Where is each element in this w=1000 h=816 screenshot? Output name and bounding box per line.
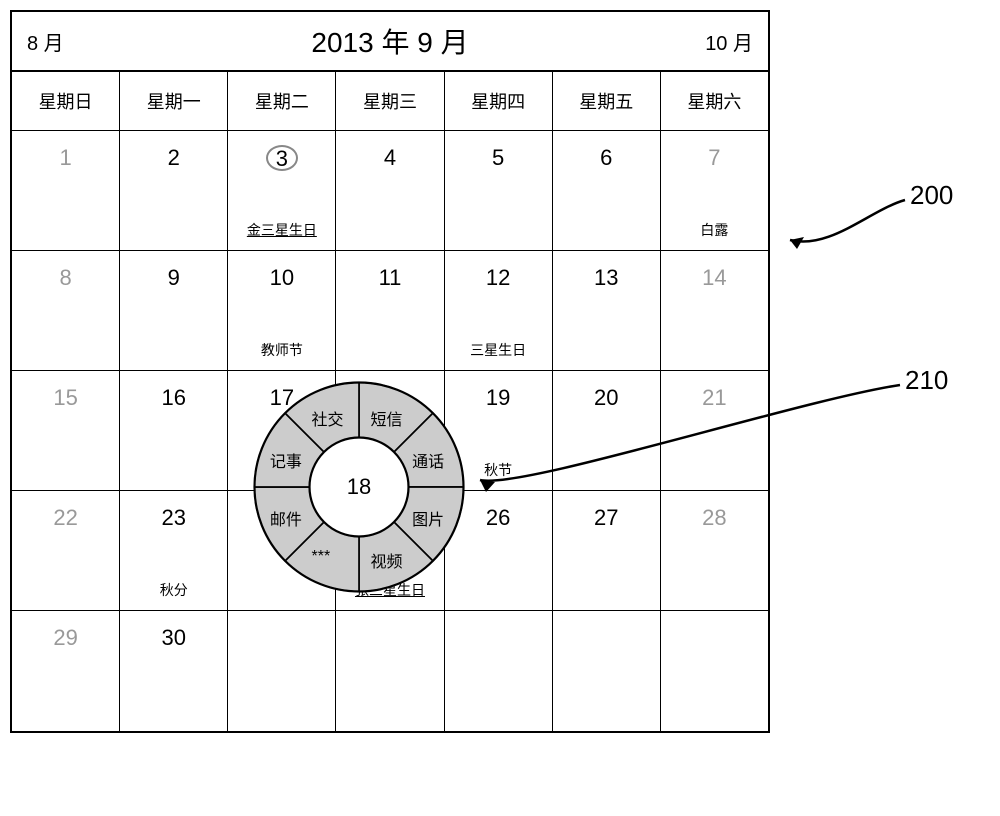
day-cell[interactable]: 15 <box>12 371 120 491</box>
day-cell[interactable]: 2 <box>120 131 228 251</box>
radial-menu-center[interactable]: 18 <box>347 474 371 500</box>
day-cell <box>553 611 661 731</box>
weekday-header: 星期二 <box>228 72 336 131</box>
day-number: 30 <box>161 625 185 651</box>
day-number: 20 <box>594 385 618 411</box>
day-cell[interactable]: 10 教师节 <box>228 251 336 371</box>
day-number: 5 <box>492 145 504 171</box>
week-row: 8 9 10 教师节 11 12 三星生日 13 14 <box>12 251 768 371</box>
day-number: 8 <box>59 265 71 291</box>
prev-month-button[interactable]: 8 月 <box>12 27 102 56</box>
day-number: 1 <box>59 145 71 171</box>
day-number: 9 <box>168 265 180 291</box>
weekday-header: 星期一 <box>120 72 228 131</box>
day-cell[interactable]: 4 <box>336 131 444 251</box>
day-cell <box>228 611 336 731</box>
day-event-label: 秋分 <box>120 580 227 600</box>
day-number: 27 <box>594 505 618 531</box>
day-cell[interactable]: 5 <box>445 131 553 251</box>
day-cell[interactable]: 14 <box>661 251 768 371</box>
calendar-widget: 8 月 2013 年 9 月 10 月 星期日星期一星期二星期三星期四星期五星期… <box>10 10 770 733</box>
day-number: 19 <box>486 385 510 411</box>
day-number: 7 <box>708 145 720 171</box>
day-cell[interactable]: 21 <box>661 371 768 491</box>
day-cell[interactable]: 7 白露 <box>661 131 768 251</box>
next-month-button[interactable]: 10 月 <box>678 27 768 56</box>
day-cell[interactable]: 20 <box>553 371 661 491</box>
day-number: 26 <box>486 505 510 531</box>
day-cell[interactable]: 28 <box>661 491 768 611</box>
calendar-header: 8 月 2013 年 9 月 10 月 <box>12 12 768 72</box>
day-number: 4 <box>384 145 396 171</box>
day-number: 16 <box>161 385 185 411</box>
day-cell[interactable]: 23 秋分 <box>120 491 228 611</box>
day-number: 2 <box>168 145 180 171</box>
day-cell[interactable]: 1 <box>12 131 120 251</box>
day-cell[interactable]: 29 <box>12 611 120 731</box>
day-event-label: 三星生日 <box>445 340 552 360</box>
calendar-title: 2013 年 9 月 <box>102 21 678 61</box>
day-number: 13 <box>594 265 618 291</box>
day-cell <box>445 611 553 731</box>
weekday-header: 星期六 <box>661 72 768 131</box>
radial-menu[interactable]: 18 短信通话图片视频***邮件记事社交 <box>249 377 469 597</box>
day-number: 23 <box>161 505 185 531</box>
day-cell <box>336 611 444 731</box>
day-cell[interactable]: 27 <box>553 491 661 611</box>
callout-ref-200: 200 <box>910 180 953 211</box>
callout-ref-210: 210 <box>905 365 948 396</box>
day-number: 14 <box>702 265 726 291</box>
day-event-label: 白露 <box>661 220 768 240</box>
day-cell[interactable]: 9 <box>120 251 228 371</box>
weekday-header: 星期三 <box>336 72 444 131</box>
day-cell[interactable]: 3 金三星生日 <box>228 131 336 251</box>
day-event-label: 金三星生日 <box>228 220 335 240</box>
day-number: 12 <box>486 265 510 291</box>
day-cell[interactable]: 8 <box>12 251 120 371</box>
day-cell <box>661 611 768 731</box>
day-cell[interactable]: 12 三星生日 <box>445 251 553 371</box>
day-cell[interactable]: 30 <box>120 611 228 731</box>
day-cell[interactable]: 6 <box>553 131 661 251</box>
day-number: 29 <box>53 625 77 651</box>
day-number: 6 <box>600 145 612 171</box>
day-event-label: 教师节 <box>228 340 335 360</box>
day-cell[interactable]: 13 <box>553 251 661 371</box>
week-row: 29 30 <box>12 611 768 731</box>
day-cell[interactable]: 22 <box>12 491 120 611</box>
weekday-row: 星期日星期一星期二星期三星期四星期五星期六 <box>12 72 768 131</box>
day-cell[interactable]: 11 <box>336 251 444 371</box>
day-number: 10 <box>270 265 294 291</box>
day-number: 21 <box>702 385 726 411</box>
day-number: 3 <box>266 145 298 171</box>
weekday-header: 星期四 <box>445 72 553 131</box>
day-number: 11 <box>379 265 402 291</box>
day-cell[interactable]: 16 <box>120 371 228 491</box>
weekday-header: 星期五 <box>553 72 661 131</box>
weekday-header: 星期日 <box>12 72 120 131</box>
day-number: 15 <box>53 385 77 411</box>
day-number: 22 <box>53 505 77 531</box>
week-row: 1 2 3 金三星生日 4 5 6 7 白露 <box>12 131 768 251</box>
day-number: 28 <box>702 505 726 531</box>
